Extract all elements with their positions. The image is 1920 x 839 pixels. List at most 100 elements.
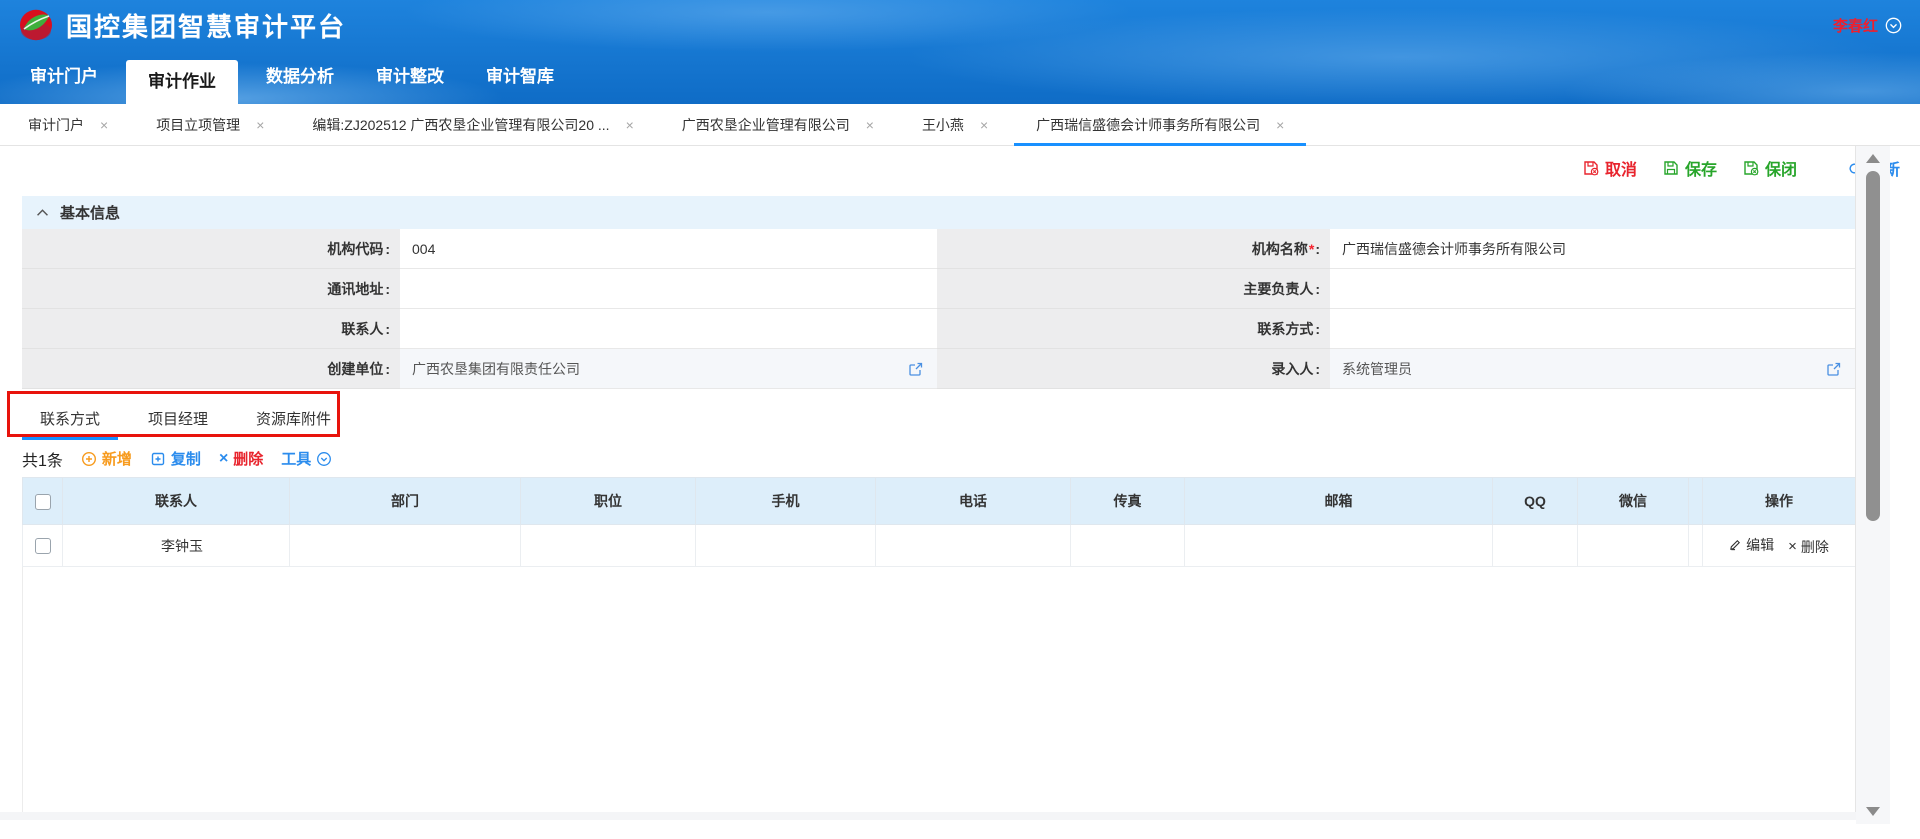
select-all-checkbox[interactable] [35,494,51,510]
delete-button[interactable]: × 删除 [219,448,263,469]
cell-wechat [1578,525,1689,567]
contact-method-field [1330,309,1855,349]
app-logo-icon [18,7,54,43]
close-icon[interactable]: × [1276,118,1284,132]
cell-phone [876,525,1071,567]
close-icon[interactable]: × [980,118,988,132]
pencil-icon [1729,538,1742,551]
creating-org-label: 创建单位: [22,349,400,389]
contact-person-field [400,309,937,349]
org-code-input[interactable] [400,229,937,268]
scrollbar-thumb[interactable] [1866,171,1880,521]
user-name[interactable]: 李春红 [1833,15,1878,36]
external-link-icon[interactable] [1827,362,1841,376]
creating-org-value: 广西农垦集团有限责任公司 [412,359,580,379]
principal-label: 主要负责人: [937,269,1330,309]
cell-email [1185,525,1493,567]
doc-tab-wang-xiaoyan[interactable]: 王小燕 × [898,104,1012,145]
contact-person-label: 联系人: [22,309,400,349]
org-name-input[interactable] [1330,229,1855,268]
save-close-label: 保闭 [1765,156,1797,180]
detail-tabs: 联系方式 项目经理 资源库附件 [22,397,1855,440]
address-input[interactable] [400,269,937,308]
app-window: 国控集团智慧审计平台 李春红 审计门户 审计作业 数据分析 审计整改 审计智库 … [0,0,1920,839]
add-button[interactable]: 新增 [81,448,132,469]
brand-row: 国控集团智慧审计平台 李春红 [0,0,1920,50]
row-actions-cell: 编辑 × 删除 [1703,525,1856,567]
close-icon[interactable]: × [866,118,874,132]
save-button[interactable]: 保存 [1663,156,1717,180]
cell-contact: 李钟玉 [63,525,290,567]
cancel-button[interactable]: 取消 [1583,156,1637,180]
entered-by-label: 录入人: [937,349,1330,389]
contact-method-label: 联系方式: [937,309,1330,349]
address-label: 通讯地址: [22,269,400,309]
section-basic-info[interactable]: 基本信息 [22,196,1855,229]
col-mobile: 手机 [696,478,876,525]
nav-item-audit-work[interactable]: 审计作业 [126,60,238,104]
col-position: 职位 [521,478,696,525]
tab-repository-attachments[interactable]: 资源库附件 [238,397,349,440]
doc-tab-audit-portal[interactable]: 审计门户 × [4,104,132,145]
save-cancel-icon [1583,160,1599,176]
principal-field [1330,269,1855,309]
address-field [400,269,937,309]
col-phone: 电话 [876,478,1071,525]
collapse-caret-icon[interactable] [36,208,49,217]
cell-position [521,525,696,567]
doc-tab-gx-ruixin-firm[interactable]: 广西瑞信盛德会计师事务所有限公司 × [1012,104,1308,145]
close-icon[interactable]: × [256,118,264,132]
nav-item-audit-rectify[interactable]: 审计整改 [362,50,458,104]
row-checkbox[interactable] [35,538,51,554]
empty-space [22,567,1855,813]
chevron-down-icon[interactable] [1885,17,1902,34]
vertical-scrollbar[interactable] [1856,146,1890,824]
chevron-down-circle-icon [316,451,332,467]
entered-by-value: 系统管理员 [1342,359,1412,379]
x-icon: × [1788,538,1797,555]
doc-tab-gx-nongken-company[interactable]: 广西农垦企业管理有限公司 × [658,104,898,145]
org-code-field [400,229,937,269]
scroll-up-arrow-icon[interactable] [1866,154,1880,163]
col-wechat: 微信 [1578,478,1689,525]
form-panel: 基本信息 机构代码: 机构名称*: 通讯地址: [22,196,1855,813]
delete-x-icon: × [219,450,228,468]
copy-button[interactable]: 复制 [150,448,201,469]
bottom-strip [0,812,1856,820]
save-label: 保存 [1685,156,1717,180]
creating-org-field: 广西农垦集团有限责任公司 [400,349,937,389]
col-qq: QQ [1493,478,1578,525]
col-department: 部门 [290,478,521,525]
org-name-label: 机构名称*: [937,229,1330,269]
contact-person-input[interactable] [400,309,937,348]
col-email: 邮箱 [1185,478,1493,525]
tools-button[interactable]: 工具 [281,448,332,469]
contact-method-input[interactable] [1330,309,1855,348]
user-menu[interactable]: 李春红 [1833,15,1902,36]
section-title: 基本信息 [60,202,120,223]
nav-item-audit-knowledge[interactable]: 审计智库 [472,50,568,104]
row-delete-button[interactable]: × 删除 [1788,537,1829,557]
scroll-down-arrow-icon[interactable] [1866,807,1880,816]
doc-tab-label: 王小燕 [922,115,964,135]
record-actions: 取消 保存 保闭 [0,146,1920,190]
principal-input[interactable] [1330,269,1855,308]
tab-project-manager[interactable]: 项目经理 [130,397,226,440]
external-link-icon[interactable] [909,362,923,376]
add-circle-icon [81,451,97,467]
list-toolbar: 共1条 新增 复制 [22,440,1855,477]
nav-item-audit-portal[interactable]: 审计门户 [16,50,112,104]
nav-item-data-analysis[interactable]: 数据分析 [252,50,348,104]
row-edit-button[interactable]: 编辑 [1729,535,1774,555]
doc-tab-project-approval[interactable]: 项目立项管理 × [132,104,288,145]
tab-contact-methods[interactable]: 联系方式 [22,397,118,440]
close-icon[interactable]: × [100,118,108,132]
col-fax: 传真 [1071,478,1185,525]
close-icon[interactable]: × [626,118,634,132]
save-close-button[interactable]: 保闭 [1743,156,1797,180]
cell-mobile [696,525,876,567]
doc-tab-label: 审计门户 [28,115,84,135]
doc-tab-label: 广西农垦企业管理有限公司 [682,115,850,135]
save-icon [1663,160,1679,176]
doc-tab-edit-zj202512[interactable]: 编辑:ZJ202512 广西农垦企业管理有限公司20 ... × [288,104,657,145]
